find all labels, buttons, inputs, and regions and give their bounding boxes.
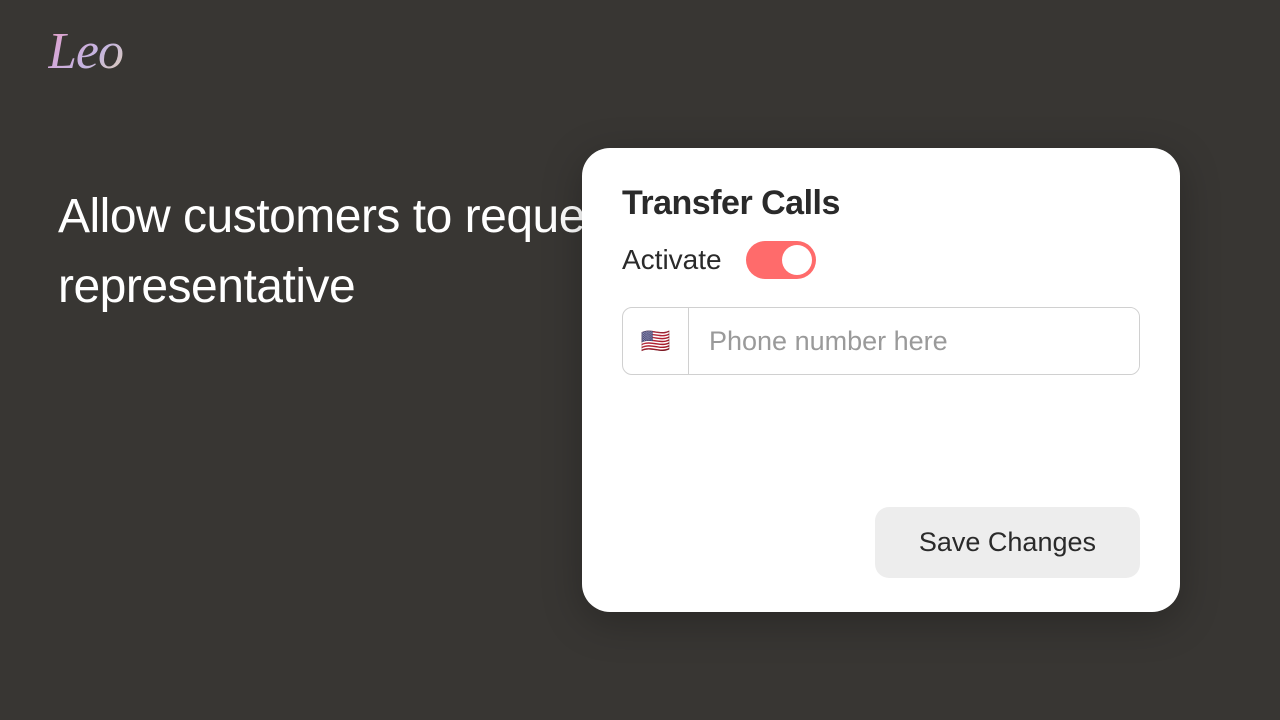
- brand-logo: Leo: [48, 22, 123, 81]
- activate-label: Activate: [622, 244, 722, 276]
- card-title: Transfer Calls: [622, 184, 1140, 223]
- country-flag-selector[interactable]: 🇺🇸: [623, 308, 689, 374]
- activate-toggle[interactable]: [746, 241, 816, 279]
- save-changes-button[interactable]: Save Changes: [875, 507, 1140, 578]
- toggle-knob-icon: [782, 245, 812, 275]
- phone-input-group: 🇺🇸: [622, 307, 1140, 375]
- us-flag-icon: 🇺🇸: [641, 327, 671, 356]
- transfer-calls-card: Transfer Calls Activate 🇺🇸 Save Changes: [582, 148, 1180, 612]
- card-footer: Save Changes: [622, 507, 1140, 578]
- phone-number-input[interactable]: [689, 308, 1139, 374]
- activate-row: Activate: [622, 241, 1140, 279]
